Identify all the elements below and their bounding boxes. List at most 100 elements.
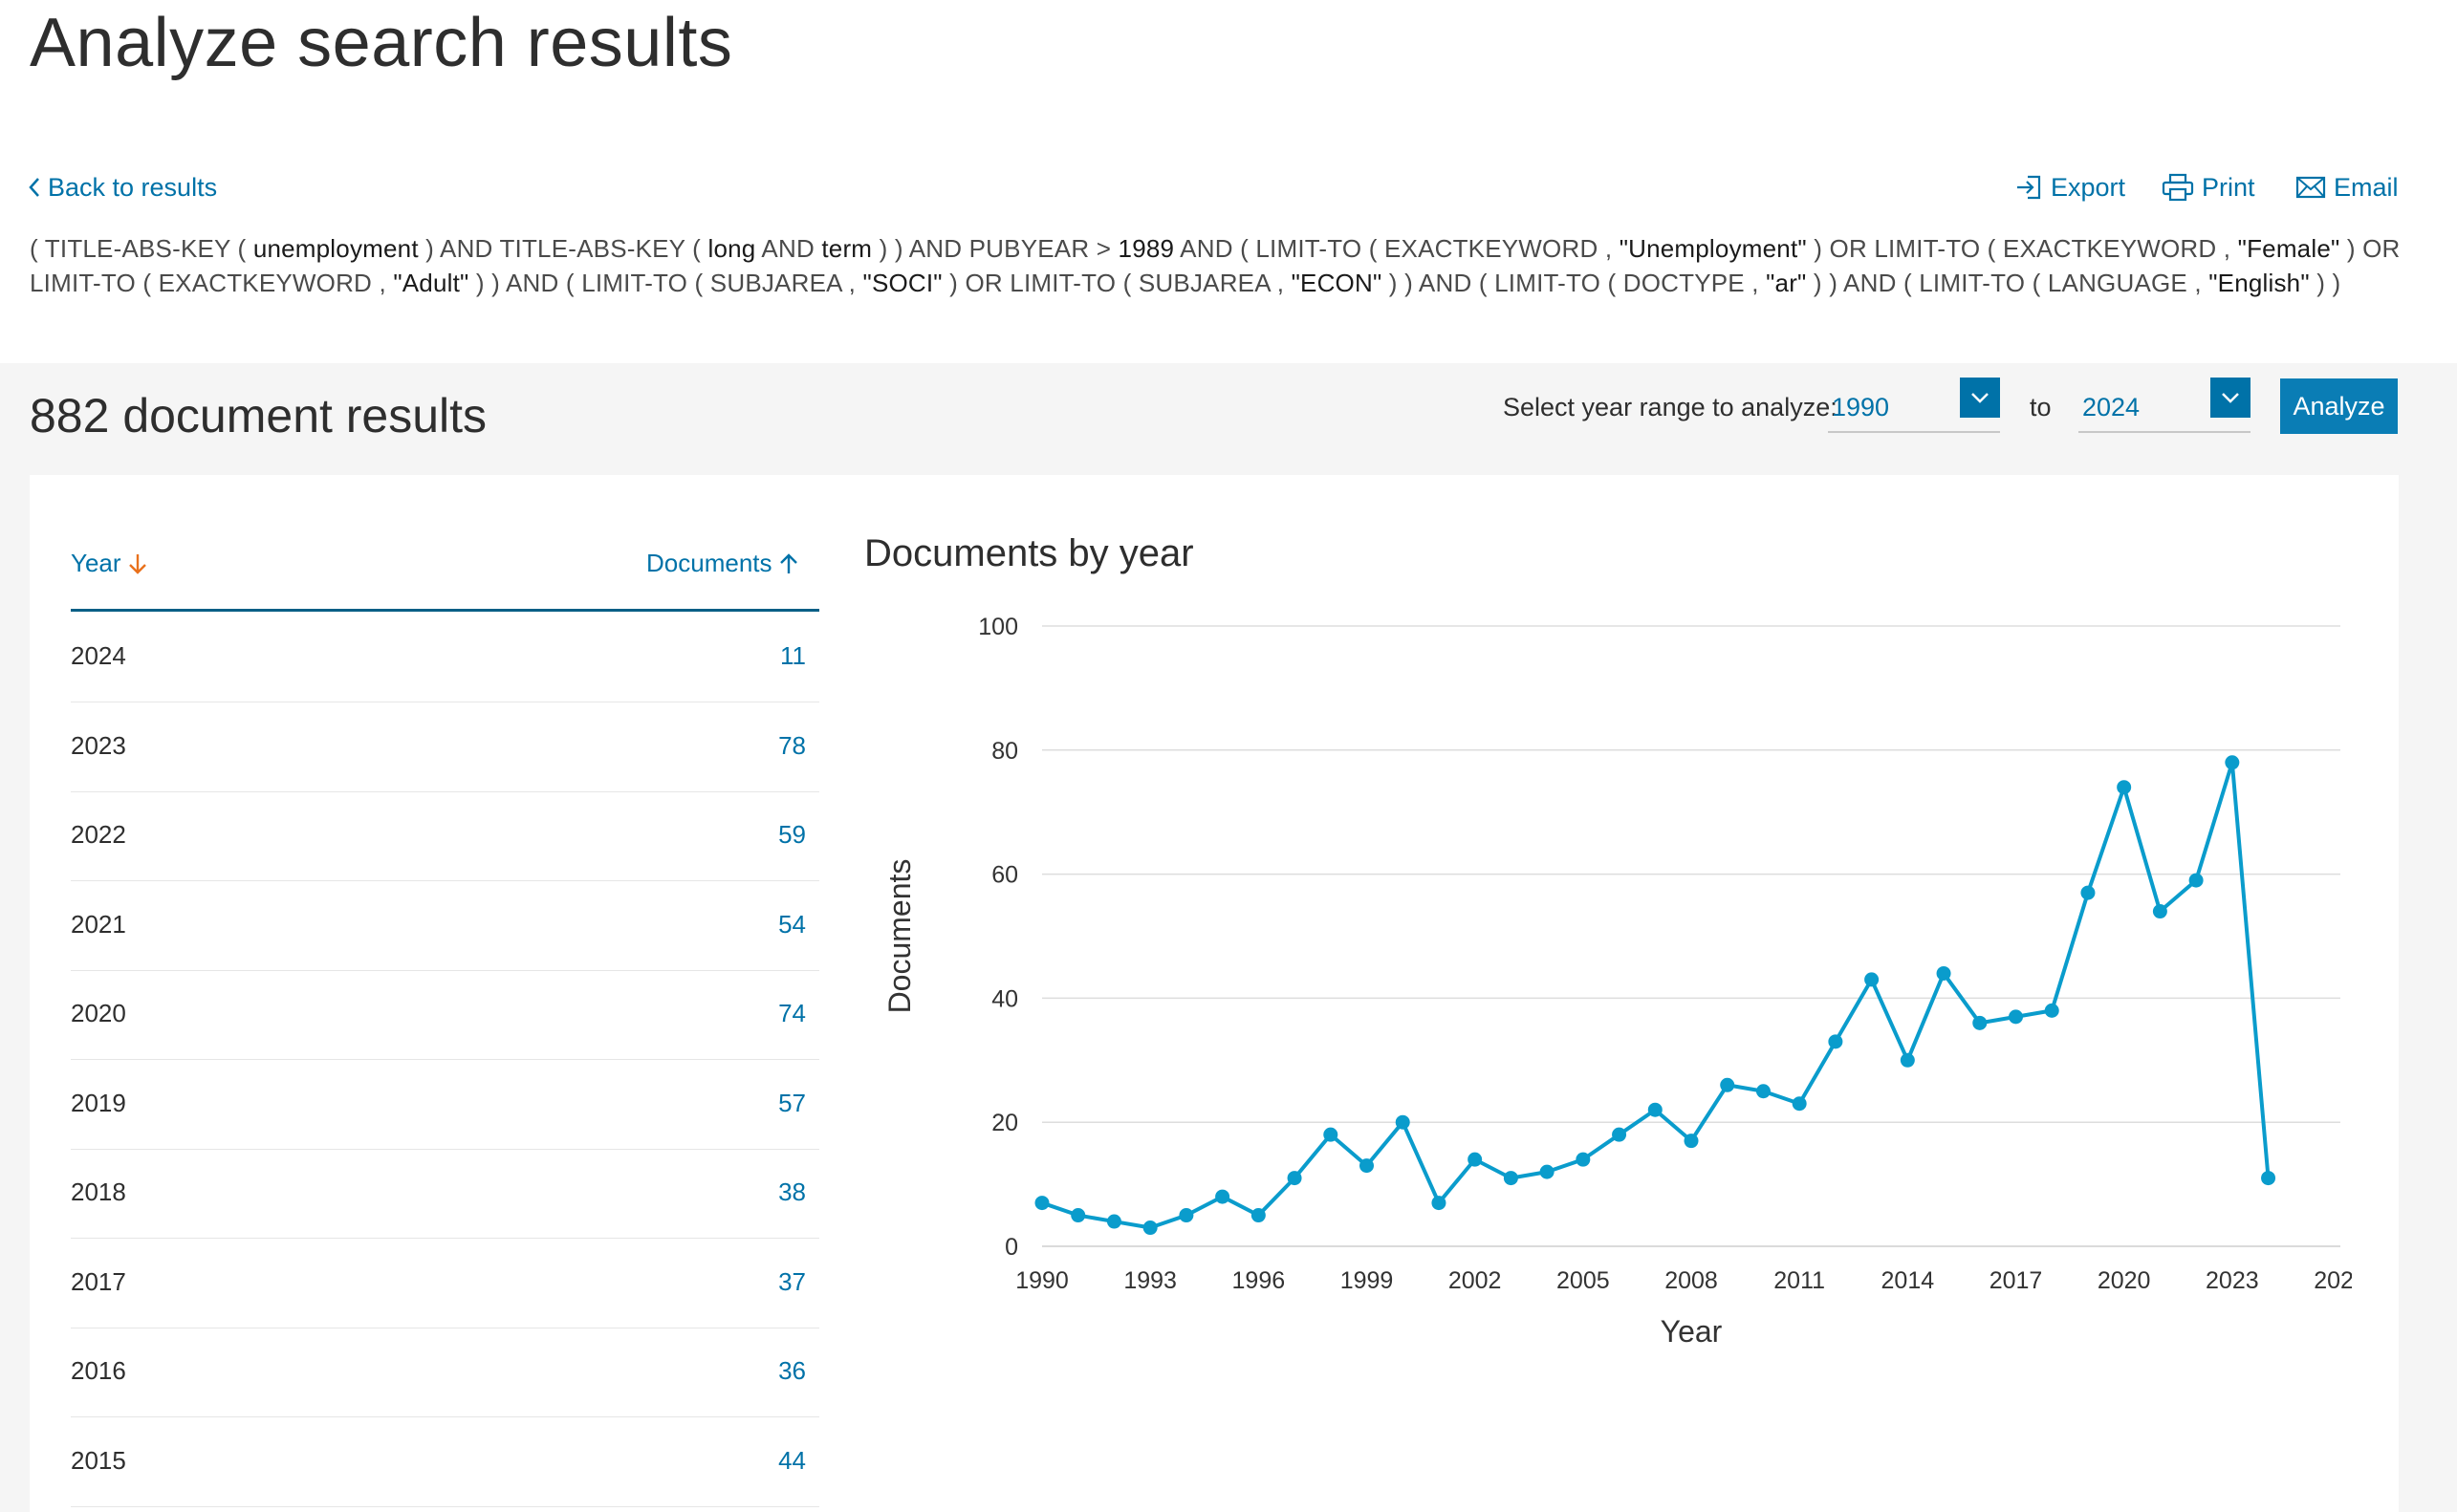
table-row: 2020 74 bbox=[71, 970, 819, 1060]
x-tick-label: 1996 bbox=[1232, 1267, 1286, 1294]
y-tick-label: 40 bbox=[991, 985, 1018, 1012]
export-button[interactable]: Export bbox=[2014, 172, 2125, 203]
row-document-count[interactable]: 74 bbox=[778, 999, 806, 1028]
query-term: long bbox=[707, 234, 756, 263]
data-point bbox=[1431, 1196, 1446, 1211]
data-point bbox=[1647, 1102, 1663, 1117]
table-row: 2022 59 bbox=[71, 791, 819, 881]
y-tick-label: 80 bbox=[991, 738, 1018, 765]
data-point bbox=[1612, 1127, 1627, 1142]
query-operator: ) ) AND ( LIMIT-TO ( DOCTYPE , bbox=[1381, 269, 1767, 297]
data-point bbox=[1395, 1114, 1410, 1130]
print-button[interactable]: Print bbox=[2162, 172, 2255, 203]
query-operator: ) ) AND PUBYEAR > bbox=[872, 234, 1119, 263]
row-document-count[interactable]: 59 bbox=[778, 820, 806, 850]
row-document-count[interactable]: 38 bbox=[778, 1177, 806, 1207]
row-document-count[interactable]: 57 bbox=[778, 1089, 806, 1118]
export-label: Export bbox=[2051, 173, 2126, 202]
row-year: 2020 bbox=[71, 999, 126, 1027]
to-label: to bbox=[2030, 393, 2052, 421]
year-column-header[interactable]: Year bbox=[71, 549, 148, 578]
y-tick-label: 20 bbox=[991, 1110, 1018, 1136]
from-year-select[interactable]: 1990 bbox=[1828, 378, 2000, 433]
printer-icon bbox=[2162, 174, 2194, 202]
data-point bbox=[1972, 1015, 1988, 1030]
query-term: "ECON" bbox=[1291, 269, 1382, 297]
data-point bbox=[2044, 1003, 2059, 1018]
query-term: term bbox=[821, 234, 873, 263]
x-tick-label: 2020 bbox=[2098, 1267, 2151, 1294]
query-term: unemployment bbox=[252, 234, 419, 263]
query-operator: ) OR LIMIT-TO ( SUBJAREA , bbox=[942, 269, 1292, 297]
row-document-count[interactable]: 11 bbox=[780, 641, 806, 671]
row-document-count[interactable]: 36 bbox=[778, 1356, 806, 1386]
data-point bbox=[2261, 1171, 2276, 1186]
data-point bbox=[1900, 1052, 1915, 1068]
chevron-left-icon bbox=[29, 178, 39, 198]
x-axis-label: Year bbox=[1661, 1314, 1723, 1349]
x-tick-label: 1999 bbox=[1340, 1267, 1394, 1294]
to-year-value: 2024 bbox=[2082, 393, 2141, 421]
row-year: 2024 bbox=[71, 641, 126, 670]
row-document-count[interactable]: 78 bbox=[778, 731, 806, 761]
table-row: 2021 54 bbox=[71, 881, 819, 971]
data-point bbox=[1936, 965, 1951, 981]
documents-column-header[interactable]: Documents bbox=[646, 549, 799, 578]
y-axis-label: Documents bbox=[882, 859, 917, 1014]
chart-title: Documents by year bbox=[864, 532, 1194, 574]
data-point bbox=[1215, 1189, 1230, 1204]
page-title: Analyze search results bbox=[30, 5, 733, 81]
analyze-button[interactable]: Analyze bbox=[2280, 378, 2398, 434]
chevron-down-icon[interactable] bbox=[2210, 378, 2250, 418]
row-year: 2021 bbox=[71, 909, 126, 939]
query-operator: ) ) AND ( LIMIT-TO ( SUBJAREA , bbox=[468, 269, 863, 297]
query-term: "SOCI" bbox=[862, 269, 943, 297]
data-point bbox=[1792, 1096, 1807, 1112]
query-operator: AND ( LIMIT-TO ( EXACTKEYWORD , bbox=[1174, 234, 1620, 263]
x-tick-label: 2026 bbox=[2314, 1267, 2352, 1294]
data-point bbox=[1323, 1127, 1338, 1142]
x-tick-label: 1990 bbox=[1015, 1267, 1069, 1294]
back-to-results-link[interactable]: Back to results bbox=[27, 172, 217, 203]
table-row: 2018 38 bbox=[71, 1149, 819, 1239]
email-button[interactable]: Email bbox=[2295, 172, 2399, 203]
data-point bbox=[1071, 1208, 1086, 1223]
table-row: 2015 44 bbox=[71, 1417, 819, 1507]
data-point bbox=[1142, 1220, 1158, 1236]
row-year: 2015 bbox=[71, 1445, 126, 1475]
year-range-label: Select year range to analyze: bbox=[1503, 393, 1837, 421]
table-row: 2019 57 bbox=[71, 1060, 819, 1150]
email-label: Email bbox=[2334, 173, 2399, 202]
envelope-icon bbox=[2295, 177, 2326, 199]
arrow-up-icon bbox=[779, 552, 797, 573]
chevron-down-icon[interactable] bbox=[1960, 378, 2000, 418]
query-term: 1989 bbox=[1118, 234, 1175, 263]
data-point bbox=[1034, 1196, 1050, 1211]
data-point bbox=[1250, 1208, 1266, 1223]
row-document-count[interactable]: 44 bbox=[778, 1446, 806, 1476]
y-tick-label: 60 bbox=[991, 862, 1018, 889]
y-tick-label: 100 bbox=[978, 614, 1018, 640]
query-operator: ) AND TITLE-ABS-KEY ( bbox=[418, 234, 708, 263]
table-header-divider bbox=[71, 609, 819, 612]
x-tick-label: 2005 bbox=[1556, 1267, 1610, 1294]
data-point bbox=[1720, 1077, 1735, 1092]
data-point bbox=[1287, 1171, 1302, 1186]
table-row: 2016 36 bbox=[71, 1328, 819, 1417]
series-line bbox=[1041, 760, 2271, 1230]
documents-header-label: Documents bbox=[646, 549, 772, 577]
data-point bbox=[2225, 755, 2240, 770]
results-count: 882 document results bbox=[30, 389, 488, 443]
data-point bbox=[1576, 1152, 1591, 1167]
data-point bbox=[1503, 1171, 1518, 1186]
data-point bbox=[2188, 873, 2204, 888]
query-operator: ( TITLE-ABS-KEY ( bbox=[30, 234, 253, 263]
row-year: 2016 bbox=[71, 1356, 126, 1385]
row-document-count[interactable]: 54 bbox=[778, 910, 806, 940]
table-row: 2017 37 bbox=[71, 1239, 819, 1328]
row-document-count[interactable]: 37 bbox=[778, 1267, 806, 1297]
query-operator: ) OR LIMIT-TO ( EXACTKEYWORD , bbox=[1806, 234, 2238, 263]
to-year-select[interactable]: 2024 bbox=[2078, 378, 2250, 433]
query-term: "Adult" bbox=[393, 269, 469, 297]
data-point bbox=[1106, 1214, 1121, 1229]
